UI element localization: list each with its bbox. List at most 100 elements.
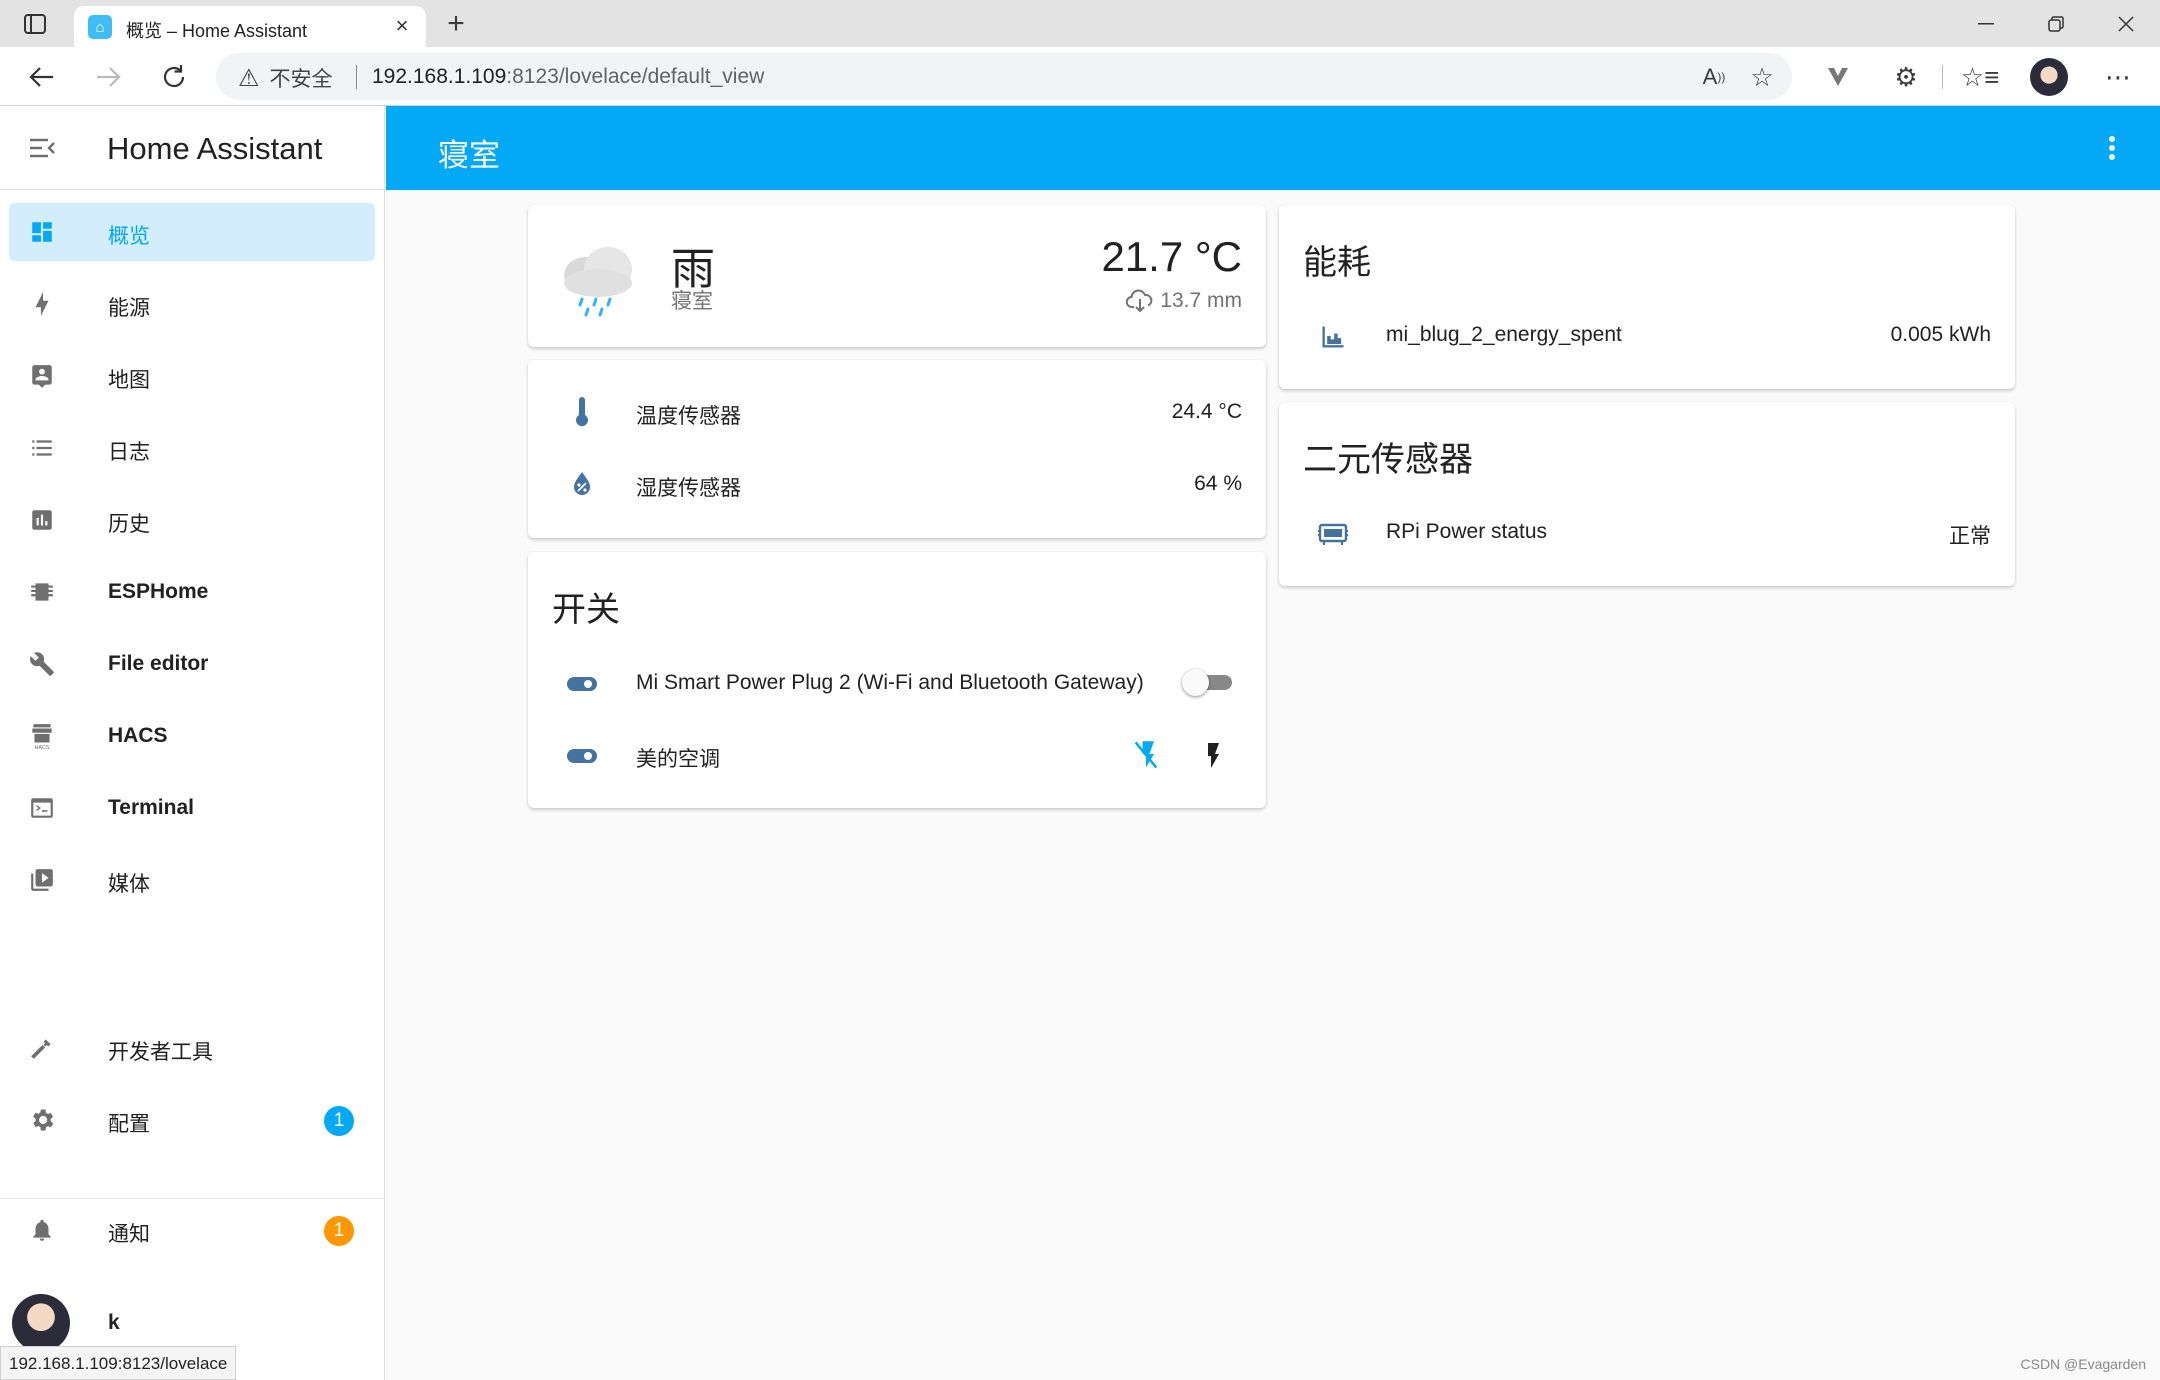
svg-text:HACS: HACS [35,745,50,750]
sidebar-item-label: File editor [108,652,209,675]
console-icon [27,793,57,823]
sidebar-item-label: Terminal [108,796,194,819]
security-label: 不安全 [269,68,333,91]
sensor-name[interactable]: 湿度传感器 [636,472,741,502]
sidebar-item-hacs[interactable]: HACS HACS [9,707,375,765]
user-avatar[interactable] [12,1294,70,1352]
sidebar-item-map[interactable]: 地图 [9,347,375,405]
menu-toggle-icon[interactable] [24,130,60,166]
hacs-icon: HACS [27,721,57,751]
sidebar-item-label: 地图 [108,369,150,392]
sidebar-item-label: 通知 [108,1223,150,1246]
power-supply-icon [1315,516,1351,552]
card-title: 开关 [552,591,620,629]
sidebar-item-label: 历史 [108,513,150,536]
media-play-icon [27,865,57,895]
read-aloud-icon[interactable]: A)) [1698,61,1730,93]
tab-actions-icon[interactable] [20,10,50,38]
refresh-icon[interactable] [156,59,192,95]
more-menu-icon[interactable]: ⋯ [2100,59,2136,95]
restore-icon[interactable] [2036,10,2076,38]
sidebar-item-label: 能源 [108,297,150,320]
sidebar-item-overview[interactable]: 概览 [9,203,375,261]
close-tab-icon[interactable]: × [388,12,416,40]
dashboard-icon [27,217,57,247]
browser-tab-bar: ⌂ 概览 – Home Assistant × + [0,0,2160,47]
sensor-name[interactable]: 温度传感器 [636,400,741,430]
binary-sensor-card: 二元传感器 RPi Power status 正常 [1279,402,2015,586]
sidebar-item-media[interactable]: 媒体 [9,851,375,909]
chart-histogram-icon [1315,319,1351,355]
sidebar-header: Home Assistant [0,106,384,190]
lightning-icon [27,289,57,319]
sidebar-item-label: ESPHome [108,580,209,603]
minimize-icon[interactable] [1966,10,2006,38]
sidebar: Home Assistant 概览 能源 地图 日志 历史 ESPHome Fi… [0,106,385,1380]
browser-tab[interactable]: ⌂ 概览 – Home Assistant × [74,6,426,47]
sidebar-divider [0,1198,384,1199]
sidebar-item-developer-tools[interactable]: 开发者工具 [9,1019,375,1077]
url-host: 192.168.1.109 [372,65,507,88]
weather-precipitation: 13.7 mm [1126,289,1242,313]
url-path: :8123/lovelace/default_view [506,65,765,88]
energy-entity-name[interactable]: mi_blug_2_energy_spent [1386,323,1622,347]
rain-weather-icon [556,235,640,319]
cloud-download-icon [1126,289,1154,313]
hammer-icon [27,1033,57,1063]
flash-on-icon[interactable] [1194,737,1230,773]
security-warning[interactable]: ⚠ 不安全 [238,63,333,93]
sensor-value: 64 % [1194,472,1242,495]
wrench-icon [27,649,57,679]
add-favorite-icon[interactable]: ☆ [1746,61,1778,93]
sidebar-item-esphome[interactable]: ESPHome [9,563,375,621]
sensor-entities-card: 温度传感器 24.4 °C 湿度传感器 64 % [528,360,1266,538]
sidebar-item-file-editor[interactable]: File editor [9,635,375,693]
switch-name[interactable]: Mi Smart Power Plug 2 (Wi-Fi and Bluetoo… [636,671,1144,695]
toggle-switch-icon [564,666,600,702]
favorites-icon[interactable]: ☆≡ [1961,59,1999,95]
sidebar-item-logbook[interactable]: 日志 [9,419,375,477]
sidebar-item-notifications[interactable]: 通知 1 [9,1201,375,1259]
url-separator [356,65,357,89]
url-text: 192.168.1.109:8123/lovelace/default_view [372,65,764,89]
energy-entity-value: 0.005 kWh [1890,323,1991,346]
new-tab-icon[interactable]: + [440,7,472,40]
close-window-icon[interactable] [2106,10,2146,38]
sidebar-item-label: HACS [108,724,168,747]
forward-icon [90,59,126,95]
energy-card: 能耗 mi_blug_2_energy_spent 0.005 kWh [1279,205,2015,389]
url-field[interactable]: ⚠ 不安全 192.168.1.109:8123/lovelace/defaul… [216,53,1792,100]
more-vertical-icon[interactable] [2094,130,2130,166]
watermark: CSDN @Evagarden [2020,1356,2147,1372]
precipitation-value: 13.7 mm [1160,289,1242,312]
sidebar-item-label: 配置 [108,1113,150,1136]
view-title[interactable]: 寝室 [438,130,500,175]
browser-address-bar: ⚠ 不安全 192.168.1.109:8123/lovelace/defaul… [0,47,2160,106]
warning-triangle-icon: ⚠ [238,64,260,92]
extension-v-icon[interactable] [1820,59,1856,95]
profile-avatar-icon[interactable] [2030,58,2068,96]
sidebar-item-history[interactable]: 历史 [9,491,375,549]
user-name[interactable]: k [108,1311,120,1335]
weather-temperature: 21.7 °C [1101,233,1242,280]
sensor-value: 24.4 °C [1171,400,1242,423]
card-title: 能耗 [1303,244,1371,282]
tab-title: 概览 – Home Assistant [126,21,308,41]
sidebar-item-label: 开发者工具 [108,1041,213,1064]
water-percent-icon [564,466,600,502]
sidebar-item-terminal[interactable]: Terminal [9,779,375,837]
flash-off-icon[interactable] [1128,737,1164,773]
sidebar-item-configuration[interactable]: 配置 1 [9,1091,375,1149]
back-icon[interactable] [24,59,60,95]
extensions-icon[interactable]: ⚙ [1888,59,1924,95]
binary-entity-name[interactable]: RPi Power status [1386,520,1547,544]
map-account-icon [27,361,57,391]
switches-card: 开关 Mi Smart Power Plug 2 (Wi-Fi and Blue… [528,552,1266,808]
config-badge: 1 [324,1106,354,1136]
switch-name[interactable]: 美的空调 [636,743,720,773]
weather-card[interactable]: 雨 寝室 21.7 °C 13.7 mm [528,205,1266,347]
logbook-list-icon [27,433,57,463]
sidebar-item-energy[interactable]: 能源 [9,275,375,333]
plug-toggle[interactable] [1182,667,1238,697]
sidebar-item-label: 媒体 [108,873,150,896]
